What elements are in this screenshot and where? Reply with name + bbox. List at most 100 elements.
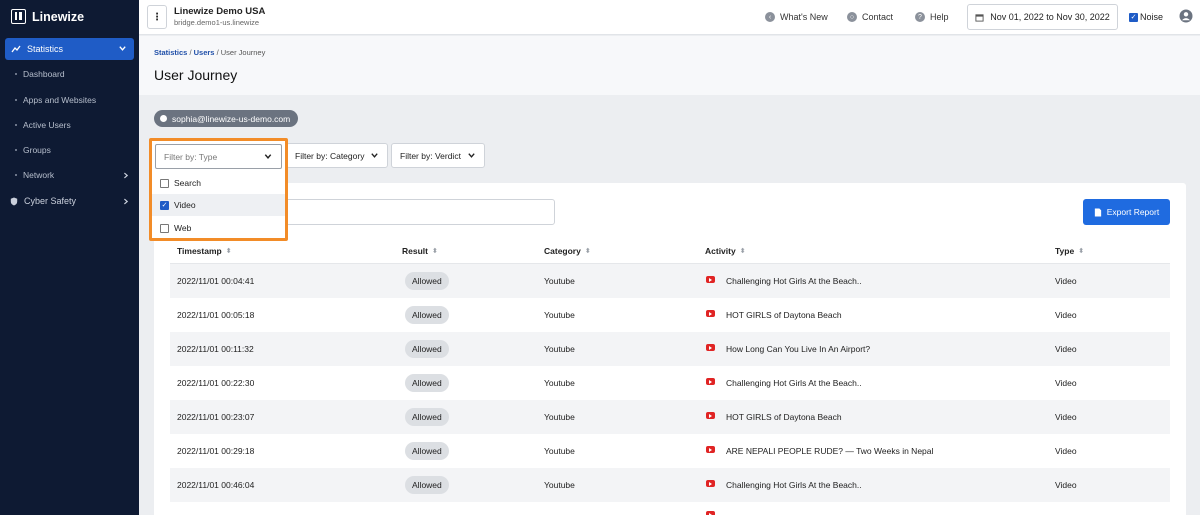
- page-title: User Journey: [154, 67, 238, 83]
- cell-category: Youtube: [544, 412, 575, 422]
- column-header-label: Result: [402, 246, 428, 256]
- column-header-result[interactable]: Result ⬍: [402, 246, 438, 256]
- sidebar-item-groups[interactable]: Groups: [15, 145, 51, 155]
- table-row[interactable]: 2022/11/01 00:23:07 Allowed Youtube HOT …: [170, 400, 1170, 434]
- kebab-menu-button[interactable]: ⋮: [147, 5, 167, 29]
- result-badge: Allowed: [405, 340, 449, 358]
- column-header-label: Type: [1055, 246, 1075, 256]
- search-input[interactable]: [260, 199, 555, 225]
- table-row[interactable]: 2022/11/01 00:05:18 Allowed Youtube HOT …: [170, 298, 1170, 332]
- sidebar-item-network[interactable]: Network: [15, 170, 130, 180]
- sidebar-item-cyber-safety[interactable]: Cyber Safety: [10, 196, 130, 206]
- option-label: Search: [174, 178, 201, 188]
- cell-type: Video: [1055, 344, 1077, 354]
- sidebar-item-label: Apps and Websites: [23, 95, 97, 105]
- cell-type: Video: [1055, 412, 1077, 422]
- cell-timestamp: 2022/11/01 00:22:30: [177, 378, 255, 388]
- noise-toggle[interactable]: ✓ Noise: [1129, 12, 1163, 22]
- contact-link[interactable]: ○ Contact: [847, 12, 893, 22]
- table-row[interactable]: 2022/11/01 00:11:32 Allowed Youtube How …: [170, 332, 1170, 366]
- breadcrumb-users[interactable]: Users: [194, 48, 215, 57]
- cell-activity[interactable]: How Long Can You Live In An Airport?: [726, 344, 870, 354]
- option-label: Video: [174, 200, 196, 210]
- chevron-down-icon: [371, 153, 379, 158]
- cell-category: Youtube: [544, 344, 575, 354]
- filter-type-select[interactable]: Filter by: Type: [155, 144, 282, 169]
- sidebar-item-label: Cyber Safety: [24, 196, 77, 206]
- date-range-button[interactable]: Nov 01, 2022 to Nov 30, 2022: [967, 4, 1118, 30]
- table-row[interactable]: 2022/11/01 00:04:41 Allowed Youtube Chal…: [170, 264, 1170, 298]
- sort-icon: ⬍: [584, 248, 591, 255]
- cell-activity[interactable]: Challenging Hot Girls At the Beach..: [726, 480, 862, 490]
- sidebar-item-label: Dashboard: [23, 69, 65, 79]
- cell-timestamp: 2022/11/01 00:05:18: [177, 310, 255, 320]
- cell-activity[interactable]: Challenging Hot Girls At the Beach..: [726, 276, 862, 286]
- youtube-icon: [706, 480, 715, 487]
- user-chip-label: sophia@linewize-us-demo.com: [172, 113, 291, 124]
- checkbox-checked-icon[interactable]: ✓: [160, 200, 169, 210]
- table-row[interactable]: 2022/11/01 00:22:30 Allowed Youtube Chal…: [170, 366, 1170, 400]
- option-video[interactable]: ✓ Video: [152, 194, 285, 216]
- cell-activity[interactable]: HOT GIRLS of Daytona Beach: [726, 310, 842, 320]
- sidebar-item-label: Statistics: [27, 44, 64, 54]
- arrow-left-icon: ‹: [765, 12, 775, 22]
- result-badge: Allowed: [405, 374, 449, 392]
- youtube-icon: [706, 276, 715, 283]
- checkbox-unchecked-icon[interactable]: [160, 178, 169, 188]
- filter-type-dropdown[interactable]: Filter by: Type Search ✓ Video Web: [149, 138, 288, 241]
- option-search[interactable]: Search: [152, 172, 285, 194]
- help-icon: ?: [915, 12, 925, 22]
- help-label: Help: [930, 12, 949, 22]
- bullet-icon: [15, 73, 17, 75]
- contact-label: Contact: [862, 12, 894, 22]
- checkbox-unchecked-icon[interactable]: [160, 223, 169, 233]
- sidebar-item-dashboard[interactable]: Dashboard: [15, 69, 65, 79]
- youtube-icon: [706, 412, 715, 419]
- filter-verdict-label: Filter by: Verdict: [400, 150, 461, 161]
- linewize-logo-icon: [11, 9, 26, 24]
- table-row[interactable]: 2022/11/01 00:29:18 Allowed Youtube ARE …: [170, 434, 1170, 468]
- cell-timestamp: 2022/11/01 00:11:32: [177, 344, 254, 354]
- result-badge: Allowed: [405, 306, 449, 324]
- breadcrumb-statistics[interactable]: Statistics: [154, 48, 187, 57]
- youtube-icon: [706, 344, 715, 351]
- table-row[interactable]: [170, 502, 1170, 515]
- chevron-right-icon: [124, 172, 129, 178]
- table-row[interactable]: 2022/11/01 00:46:04 Allowed Youtube Chal…: [170, 468, 1170, 502]
- option-web[interactable]: Web: [152, 217, 285, 239]
- statistics-icon: [11, 45, 21, 53]
- export-report-button[interactable]: Export Report: [1083, 199, 1170, 225]
- filter-verdict-dropdown[interactable]: Filter by: Verdict: [391, 143, 485, 168]
- column-header-timestamp[interactable]: Timestamp ⬍: [177, 246, 232, 256]
- cell-activity[interactable]: ARE NEPALI PEOPLE RUDE? — Two Weeks in N…: [726, 446, 933, 456]
- sidebar-item-label: Active Users: [23, 120, 71, 130]
- help-link[interactable]: ? Help: [915, 12, 949, 22]
- noise-label: Noise: [1140, 12, 1164, 22]
- youtube-icon: [706, 310, 715, 317]
- chevron-down-icon: [264, 154, 272, 159]
- sidebar-item-apps-websites[interactable]: Apps and Websites: [15, 95, 96, 105]
- cell-activity[interactable]: Challenging Hot Girls At the Beach..: [726, 378, 862, 388]
- cell-category: Youtube: [544, 310, 575, 320]
- table-header: Timestamp ⬍ Result ⬍ Category ⬍ Activity ⬍ T…: [170, 238, 1170, 264]
- page-header: Statistics / Users / User Journey User J…: [139, 36, 1200, 95]
- breadcrumb: Statistics / Users / User Journey: [154, 48, 265, 57]
- user-filter-chip[interactable]: sophia@linewize-us-demo.com: [154, 110, 299, 127]
- cell-activity[interactable]: HOT GIRLS of Daytona Beach: [726, 412, 842, 422]
- cell-timestamp: 2022/11/01 00:04:41: [177, 276, 255, 286]
- sidebar-item-active-users[interactable]: Active Users: [15, 120, 71, 130]
- user-account-icon[interactable]: [1179, 9, 1193, 23]
- filter-category-dropdown[interactable]: Filter by: Category: [286, 143, 389, 168]
- youtube-icon: [706, 511, 715, 515]
- column-header-category[interactable]: Category ⬍: [544, 246, 591, 256]
- sort-icon: ⬍: [739, 248, 746, 255]
- column-header-activity[interactable]: Activity ⬍: [705, 246, 746, 256]
- linewize-logo[interactable]: Linewize: [11, 9, 84, 24]
- whats-new-link[interactable]: ‹ What's New: [765, 12, 828, 22]
- bullet-icon: [15, 174, 17, 176]
- column-header-type[interactable]: Type ⬍: [1055, 246, 1084, 256]
- chevron-right-icon: [124, 198, 129, 204]
- sidebar-item-statistics[interactable]: Statistics: [5, 38, 134, 60]
- document-icon: [1094, 207, 1101, 217]
- cell-category: Youtube: [544, 446, 575, 456]
